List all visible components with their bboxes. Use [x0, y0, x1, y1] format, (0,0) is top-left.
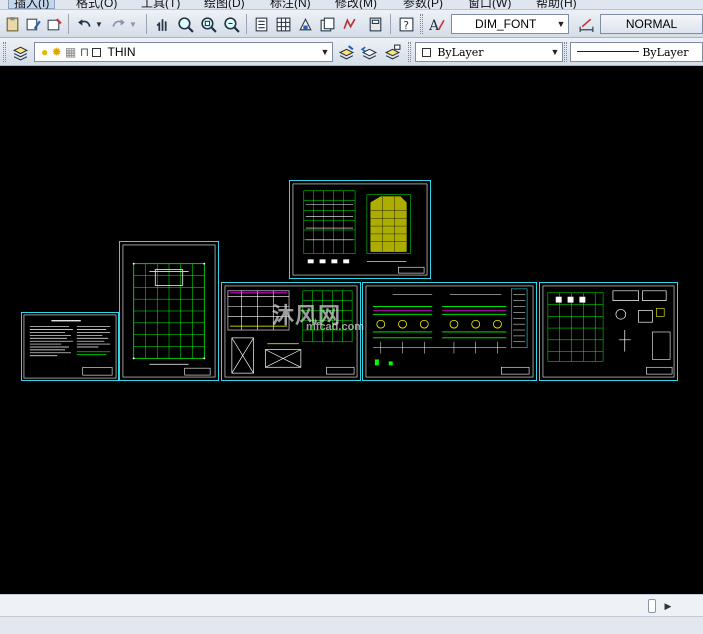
scrollbar-thumb[interactable]	[648, 599, 656, 613]
help-icon[interactable]: ?	[396, 14, 416, 34]
menu-tools[interactable]: 工具(T)	[141, 0, 180, 9]
watermark: 沐风网 mfcad.com	[272, 298, 364, 333]
sheet-set-icon[interactable]	[317, 14, 337, 34]
menu-parameters[interactable]: 参数(P)	[403, 0, 443, 9]
unlock-icon: ⊓	[79, 45, 90, 59]
menu-window[interactable]: 窗口(W)	[468, 0, 511, 9]
color-swatch	[422, 48, 431, 57]
chevron-down-icon: ▼	[556, 19, 566, 29]
calculator-icon[interactable]	[365, 14, 385, 34]
layer-states-icon[interactable]	[382, 42, 402, 62]
watermark-sub: mfcad.com	[306, 321, 365, 333]
color-value: ByLayer	[437, 46, 484, 59]
menu-bar: 插入(I) 格式(O) 工具(T) 绘图(D) 标注(N) 修改(M) 参数(P…	[0, 0, 703, 10]
layer-value: THIN	[107, 45, 136, 59]
tool-palettes-icon[interactable]	[295, 14, 315, 34]
layer-color-swatch	[92, 48, 102, 57]
svg-text:A: A	[428, 17, 440, 32]
text-style-select[interactable]: DIM_FONT ▼	[451, 14, 569, 34]
zoom-previous-icon[interactable]	[221, 14, 241, 34]
menu-modify[interactable]: 修改(M)	[335, 0, 377, 9]
drawing-area[interactable]: 沐风网 mfcad.com	[0, 67, 703, 594]
drawing-sheet-top	[289, 180, 431, 279]
drawing-sheet-beams	[362, 282, 537, 381]
undo-icon[interactable]	[74, 14, 94, 34]
linetype-select[interactable]: ByLayer	[570, 42, 703, 62]
layer-manager-icon[interactable]	[10, 42, 30, 62]
text-style-value: DIM_FONT	[475, 17, 537, 31]
svg-text:?: ?	[403, 18, 409, 31]
horizontal-scrollbar[interactable]: ▶	[0, 594, 703, 616]
menu-dimension[interactable]: 标注(N)	[270, 0, 311, 9]
dim-style-value: NORMAL	[625, 17, 678, 31]
text-style-icon[interactable]: A	[426, 14, 446, 34]
menu-draw[interactable]: 绘图(D)	[204, 0, 245, 9]
drawing-sheet-plan-1	[119, 241, 219, 381]
make-layer-current-icon[interactable]	[336, 42, 356, 62]
layers-toolbar: ● ✹ ▦ ⊓ THIN ▼ ByLayer ▼ ByLayer	[0, 38, 703, 66]
menu-help[interactable]: 帮助(H)	[536, 0, 577, 9]
properties-icon[interactable]	[251, 14, 271, 34]
menu-insert[interactable]: 插入(I)	[8, 0, 56, 9]
menu-format[interactable]: 格式(O)	[76, 0, 117, 9]
design-center-icon[interactable]	[273, 14, 293, 34]
linetype-preview	[577, 51, 639, 52]
drawing-sheet-notes	[21, 312, 119, 381]
lightbulb-icon: ●	[41, 45, 49, 59]
block-editor-icon[interactable]	[44, 14, 64, 34]
zoom-realtime-icon[interactable]	[175, 14, 195, 34]
layer-previous-icon[interactable]	[359, 42, 379, 62]
match-properties-icon[interactable]	[23, 14, 43, 34]
sun-icon: ✹	[51, 45, 62, 59]
linetype-value: ByLayer	[642, 46, 689, 59]
pan-icon[interactable]	[152, 14, 172, 34]
dim-style-icon[interactable]	[576, 14, 596, 34]
standard-toolbar: ▼ ▼ ? A DIM_FONT ▼ NORMAL	[0, 10, 703, 38]
status-bar	[0, 616, 703, 634]
dim-style-select[interactable]: NORMAL	[600, 14, 703, 34]
scroll-right-icon[interactable]: ▶	[660, 598, 676, 614]
chevron-down-icon: ▼	[550, 47, 560, 57]
redo-dropdown-icon[interactable]: ▼	[128, 14, 138, 34]
undo-dropdown-icon[interactable]: ▼	[94, 14, 104, 34]
freeze-viewport-icon: ▦	[65, 45, 77, 59]
layer-select[interactable]: ● ✹ ▦ ⊓ THIN ▼	[34, 42, 333, 62]
color-select[interactable]: ByLayer ▼	[415, 42, 563, 62]
chevron-down-icon: ▼	[320, 47, 330, 57]
paste-icon[interactable]	[2, 14, 22, 34]
zoom-window-icon[interactable]	[198, 14, 218, 34]
redo-icon[interactable]	[108, 14, 128, 34]
drawing-sheet-details	[539, 282, 678, 381]
markup-set-icon[interactable]	[339, 14, 359, 34]
